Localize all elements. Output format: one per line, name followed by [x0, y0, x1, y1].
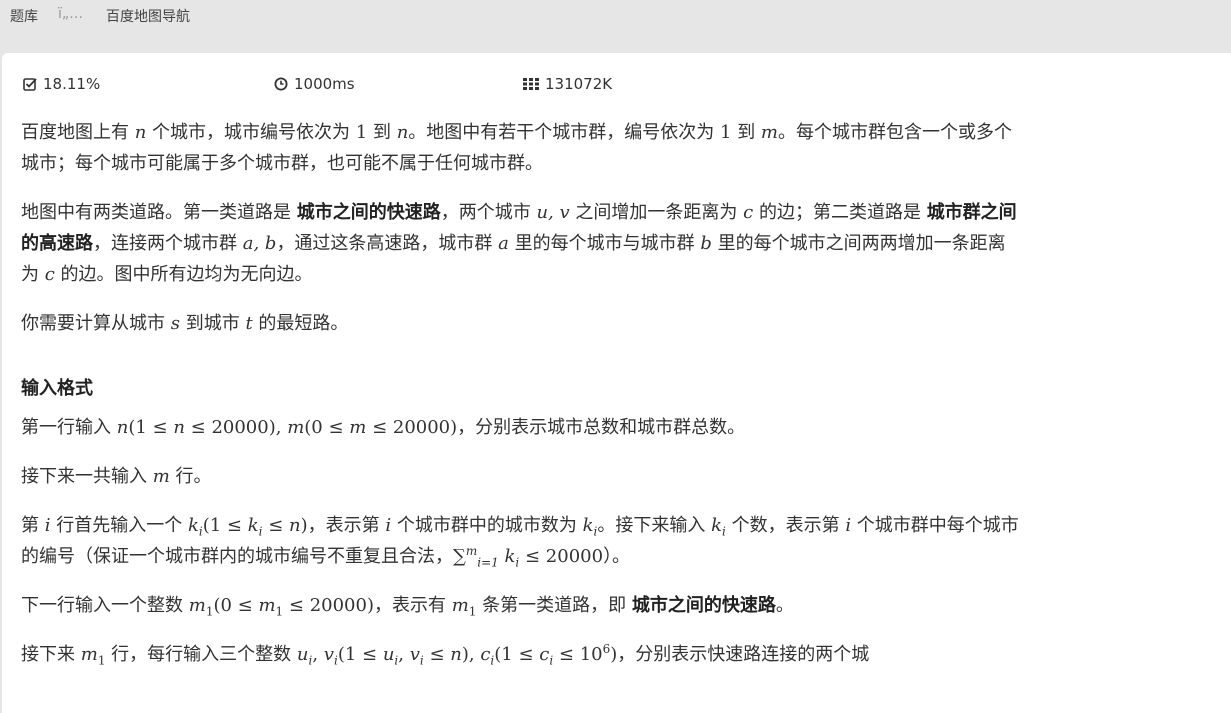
problem-stats: 18.11% 1000ms 131072K	[2, 75, 1231, 95]
paragraph-cities: 百度地图上有 n 个城市，城市编号依次为 1 到 n。地图中有若干个城市群，编号…	[21, 122, 1012, 174]
time-limit-stat: 1000ms	[274, 75, 355, 93]
accept-rate-stat: 18.11%	[23, 75, 100, 93]
breadcrumb-problem-bank[interactable]: 题库	[10, 6, 38, 26]
paragraph-roads: 地图中有两类道路。第一类道路是 城市之间的快速路，两个城市 u, v 之间增加一…	[21, 202, 1017, 285]
problem-description: 百度地图上有 n 个城市，城市编号依次为 1 到 n。地图中有若干个城市群，编号…	[21, 117, 1021, 688]
breadcrumb-current-title[interactable]: 百度地图导航	[106, 6, 190, 26]
clock-icon	[274, 77, 288, 91]
input-line-1: 第一行输入 n(1 ≤ n ≤ 20000), m(0 ≤ m ≤ 20000)…	[21, 417, 746, 438]
accept-rate-value: 18.11%	[43, 75, 101, 93]
time-limit-value: 1000ms	[294, 75, 355, 93]
problem-card: 18.11% 1000ms 131072K 百度地图上有 n 个城市，城市编号依…	[2, 53, 1231, 713]
input-line-4: 下一行输入一个整数 m1(0 ≤ m1 ≤ 20000)，表示有 m1 条第一类…	[21, 595, 794, 619]
memory-limit-stat: 131072K	[523, 75, 612, 93]
paragraph-shortest-path: 你需要计算从城市 s 到城市 t 的最短路。	[21, 313, 349, 334]
breadcrumb-separator-icon: ï„…	[58, 6, 84, 22]
top-bar: 题库 ï„… 百度地图导航	[0, 0, 1231, 30]
input-line-5: 接下来 m1 行，每行输入三个整数 ui, vi(1 ≤ ui, vi ≤ n)…	[21, 642, 870, 668]
grid-icon	[523, 78, 539, 90]
check-square-icon	[23, 78, 37, 91]
memory-limit-value: 131072K	[545, 75, 613, 93]
input-line-2: 接下来一共输入 m 行。	[21, 466, 212, 487]
input-line-3: 第 i 行首先输入一个 ki(1 ≤ ki ≤ n)，表示第 i 个城市群中的城…	[21, 515, 1019, 570]
input-format-heading: 输入格式	[21, 378, 93, 399]
